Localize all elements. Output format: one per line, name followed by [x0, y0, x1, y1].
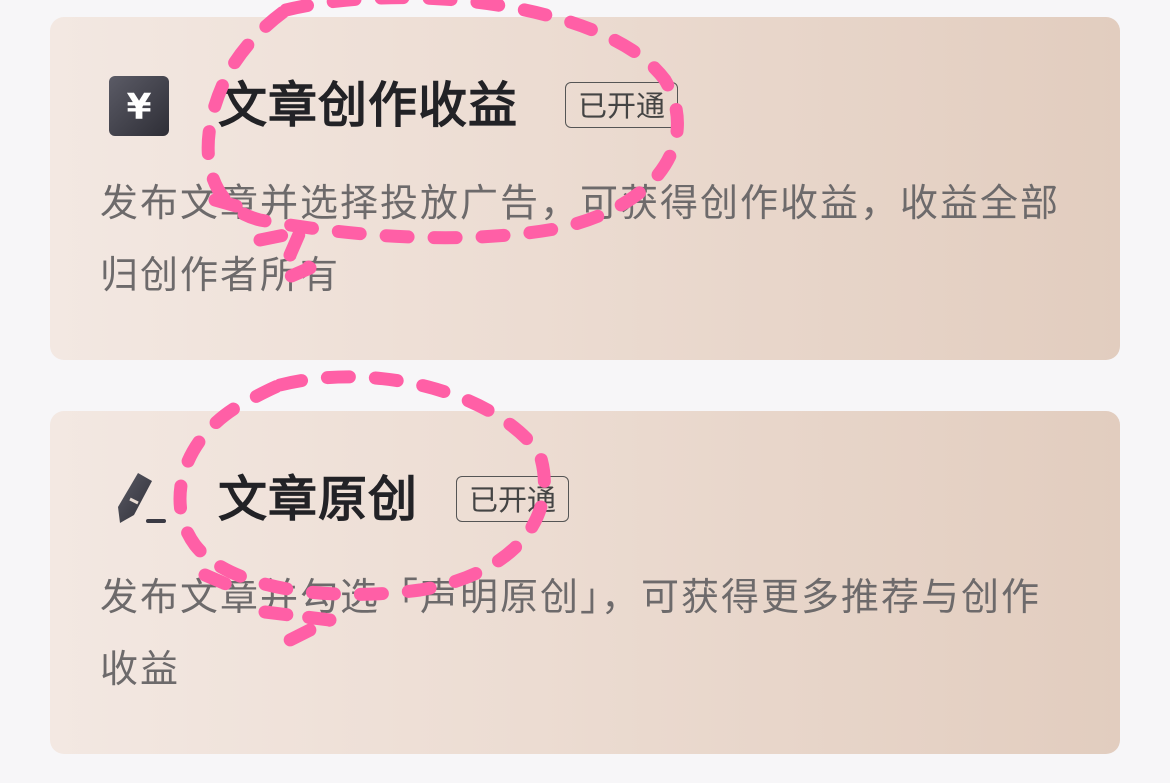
card-description: 发布文章并勾选「声明原创」，可获得更多推荐与创作收益	[100, 575, 1042, 691]
card-article-revenue[interactable]: ¥ 文章创作收益 已开通 发布文章并选择投放广告，可获得创作收益，收益全部归创作…	[50, 17, 1120, 360]
status-badge: 已开通	[456, 476, 570, 522]
card-title: 文章创作收益	[218, 77, 519, 134]
yuan-icon: ¥	[108, 75, 170, 137]
card-title: 文章原创	[218, 471, 419, 528]
pen-icon	[108, 469, 170, 531]
page: ¥ 文章创作收益 已开通 发布文章并选择投放广告，可获得创作收益，收益全部归创作…	[0, 0, 1170, 783]
card-article-original[interactable]: 文章原创 已开通 发布文章并勾选「声明原创」，可获得更多推荐与创作收益	[50, 411, 1120, 754]
card-description: 发布文章并选择投放广告，可获得创作收益，收益全部归创作者所有	[100, 181, 1061, 297]
svg-text:¥: ¥	[126, 87, 151, 128]
status-badge: 已开通	[565, 82, 679, 128]
